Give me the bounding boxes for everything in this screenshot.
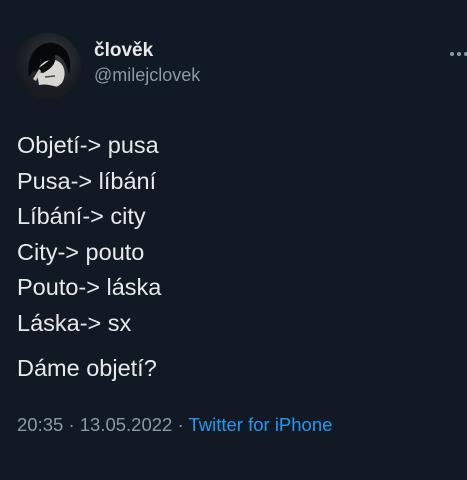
tweet-card: člověk @milejclovek Objetí-> pusa Pusa->… — [0, 0, 467, 480]
tweet-line: City-> pouto — [17, 238, 145, 265]
tweet-line: Láska-> sx — [17, 309, 132, 336]
tweet-time[interactable]: 20:35 — [17, 414, 63, 435]
author-handle[interactable]: @milejclovek — [94, 65, 200, 86]
author-display-name[interactable]: člověk — [94, 40, 153, 62]
tweet-date[interactable]: 13.05.2022 — [80, 414, 173, 435]
tweet-text: Objetí-> pusa Pusa-> líbání Líbání-> cit… — [17, 128, 161, 341]
meta-separator: · — [68, 414, 75, 435]
tweet-line: Líbání-> city — [17, 203, 146, 229]
tweet-line: Objetí-> pusa — [17, 132, 159, 158]
tweet-line: Pouto-> láska — [17, 274, 162, 300]
tweet-question: Dáme objetí? — [17, 355, 157, 381]
tweet-source-link[interactable]: Twitter for iPhone — [188, 414, 332, 435]
tweet-metadata: 20:35 · 13.05.2022 · Twitter for iPhone — [17, 414, 332, 436]
avatar[interactable] — [15, 33, 81, 99]
more-horizontal-icon[interactable] — [450, 48, 467, 60]
avatar-image — [27, 42, 73, 99]
tweet-line: Pusa-> líbání — [17, 167, 157, 194]
meta-separator: · — [177, 414, 184, 435]
